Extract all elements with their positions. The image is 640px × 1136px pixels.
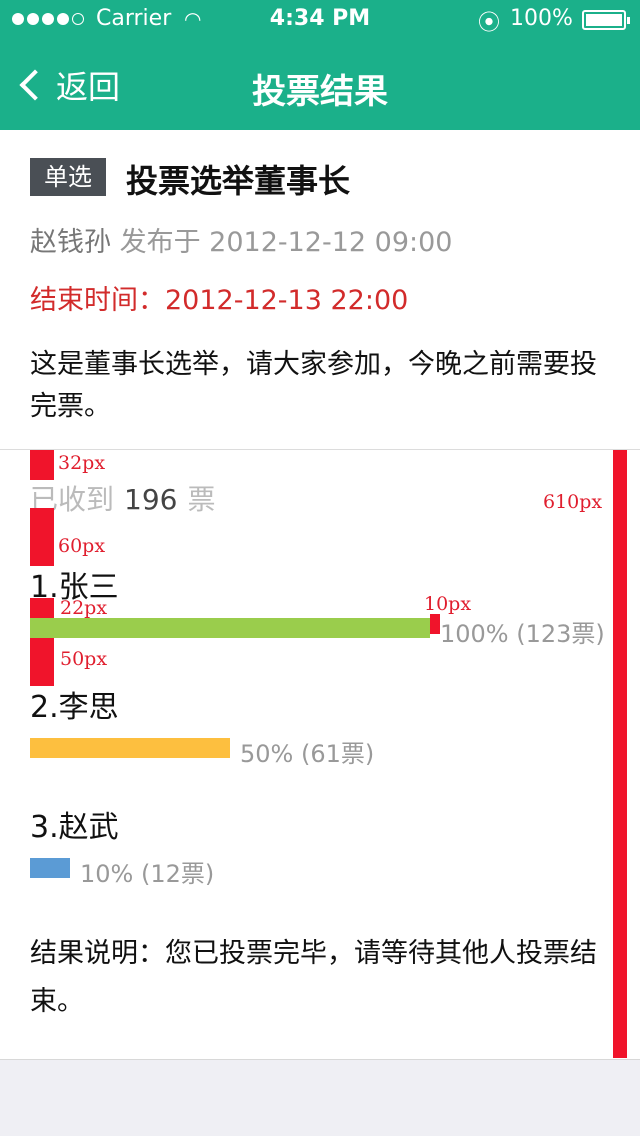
- poll-type-badge: 单选: [30, 158, 106, 196]
- status-bar: Carrier ◠ 4:34 PM ⦿ 100%: [0, 0, 640, 40]
- spacing-marker: [30, 598, 54, 618]
- spacing-marker: [30, 450, 54, 480]
- height-label: 610px: [543, 491, 603, 513]
- battery-percent: 100%: [510, 6, 573, 31]
- poll-published: 发布于 2012-12-12 09:00: [119, 227, 453, 258]
- spacing-label: 50px: [60, 648, 108, 670]
- spacing-label: 22px: [60, 597, 108, 619]
- option-bar: [30, 618, 430, 638]
- spacing-marker: [30, 508, 54, 566]
- poll-end-time: 结束时间：2012-12-13 22:00: [30, 285, 409, 316]
- nav-bar: 返回 投票结果: [0, 40, 640, 130]
- spacing-label: 32px: [58, 452, 106, 474]
- option-bar: [30, 858, 70, 878]
- spacing-label: 10px: [424, 593, 472, 615]
- spacing-marker: [430, 614, 440, 634]
- option-bar: [30, 738, 230, 758]
- poll-title: 投票选举董事长: [126, 162, 351, 200]
- option-stats: 100% (123票): [440, 620, 605, 648]
- option-stats: 10% (12票): [80, 860, 215, 888]
- battery-icon: [582, 10, 630, 30]
- spacing-marker: [30, 638, 54, 686]
- page-title: 投票结果: [252, 72, 388, 112]
- received-suffix: 票: [187, 483, 216, 516]
- option-label: 2.李思: [30, 690, 119, 725]
- poll-meta: 赵钱孙 发布于 2012-12-12 09:00: [30, 220, 452, 259]
- option-stats: 50% (61票): [240, 740, 375, 768]
- divider: [0, 449, 640, 450]
- height-marker: [613, 450, 627, 1058]
- poll-result-card: 单选 投票选举董事长 赵钱孙 发布于 2012-12-12 09:00 结束时间…: [0, 130, 640, 1060]
- rotation-lock-icon: ⦿: [478, 11, 501, 36]
- option-label: 3.赵武: [30, 810, 119, 845]
- poll-author: 赵钱孙: [30, 227, 111, 258]
- spacing-label: 60px: [58, 535, 106, 557]
- received-votes: 已收到 196 票: [30, 478, 215, 518]
- poll-description: 这是董事长选举，请大家参加，今晚之前需要投完票。: [30, 349, 597, 422]
- received-count: 196: [124, 483, 178, 516]
- result-note: 结果说明：您已投票完毕，请等待其他人投票结束。: [30, 938, 597, 1017]
